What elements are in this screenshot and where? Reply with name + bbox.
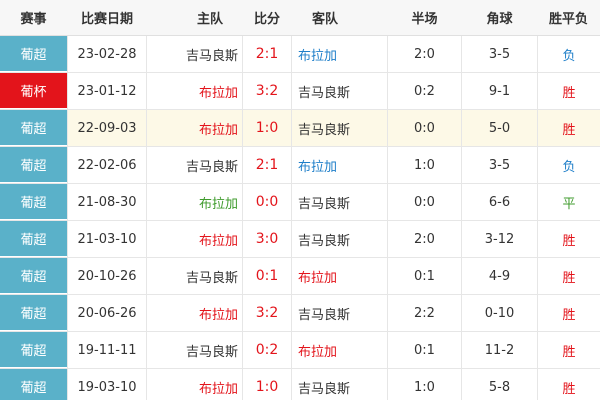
- match-score: 0:0: [242, 184, 292, 220]
- home-team[interactable]: 吉马良斯: [147, 36, 242, 72]
- match-score: 2:1: [242, 36, 292, 72]
- league-badge[interactable]: 葡超: [0, 258, 67, 294]
- away-team[interactable]: 吉马良斯: [292, 73, 387, 109]
- half-time-score: 0:0: [387, 184, 462, 220]
- home-team[interactable]: 吉马良斯: [147, 258, 242, 294]
- league-badge[interactable]: 葡超: [0, 221, 67, 257]
- match-date: 21-08-30: [67, 184, 147, 220]
- match-date: 20-10-26: [67, 258, 147, 294]
- corner-count: 9-1: [488, 83, 511, 99]
- corner-count: 5-8: [488, 379, 511, 395]
- home-team[interactable]: 布拉加: [147, 221, 242, 257]
- header-result: 胜平负: [548, 12, 588, 27]
- corner-count: 3-12: [484, 231, 515, 247]
- match-result: 胜: [537, 369, 600, 400]
- match-score: 1:0: [242, 110, 292, 146]
- half-time-score: 0:2: [387, 73, 462, 109]
- match-date: 19-03-10: [67, 369, 147, 400]
- corner-count: 3-5: [488, 157, 511, 173]
- half-time-score: 0:0: [387, 110, 462, 146]
- corner-count: 3-5: [488, 46, 511, 62]
- league-badge[interactable]: 葡超: [0, 184, 67, 220]
- match-result: 负: [537, 147, 600, 183]
- match-result: 胜: [537, 110, 600, 146]
- home-team[interactable]: 布拉加: [147, 73, 242, 109]
- away-team[interactable]: 布拉加: [292, 147, 387, 183]
- match-date: 20-06-26: [67, 295, 147, 331]
- corner-count: 0-10: [484, 305, 515, 321]
- table-row[interactable]: 葡超 22-02-06 吉马良斯 2:1 布拉加 1:0 3-5 负: [0, 147, 600, 184]
- match-score: 3:2: [242, 73, 292, 109]
- table-row[interactable]: 葡超 19-11-11 吉马良斯 0:2 布拉加 0:1 11-2 胜: [0, 332, 600, 369]
- away-team[interactable]: 吉马良斯: [292, 110, 387, 146]
- league-badge[interactable]: 葡超: [0, 147, 67, 183]
- home-team[interactable]: 布拉加: [147, 184, 242, 220]
- table-row[interactable]: 葡超 22-09-03 布拉加 1:0 吉马良斯 0:0 5-0 胜: [0, 110, 600, 147]
- away-team[interactable]: 布拉加: [292, 36, 387, 72]
- table-row[interactable]: 葡超 21-08-30 布拉加 0:0 吉马良斯 0:0 6-6 平: [0, 184, 600, 221]
- table-row[interactable]: 葡超 19-03-10 布拉加 1:0 吉马良斯 1:0 5-8 胜: [0, 369, 600, 400]
- match-date: 19-11-11: [67, 332, 147, 368]
- header-corner: 角球: [486, 12, 513, 27]
- header-half: 半场: [411, 12, 438, 27]
- match-result: 平: [537, 184, 600, 220]
- header-date: 比赛日期: [80, 12, 133, 27]
- match-date: 22-02-06: [67, 147, 147, 183]
- match-score: 1:0: [242, 369, 292, 400]
- match-score: 3:2: [242, 295, 292, 331]
- home-team[interactable]: 吉马良斯: [147, 147, 242, 183]
- away-team[interactable]: 吉马良斯: [292, 295, 387, 331]
- league-badge[interactable]: 葡超: [0, 332, 67, 368]
- half-time-score: 0:1: [387, 258, 462, 294]
- table-row[interactable]: 葡超 20-10-26 吉马良斯 0:1 布拉加 0:1 4-9 胜: [0, 258, 600, 295]
- match-score: 0:2: [242, 332, 292, 368]
- match-date: 23-01-12: [67, 73, 147, 109]
- match-result: 负: [537, 36, 600, 72]
- league-badge[interactable]: 葡杯: [0, 73, 67, 109]
- away-team[interactable]: 吉马良斯: [292, 221, 387, 257]
- table-row[interactable]: 葡杯 23-01-12 布拉加 3:2 吉马良斯 0:2 9-1 胜: [0, 73, 600, 110]
- away-team[interactable]: 布拉加: [292, 332, 387, 368]
- match-result: 胜: [537, 295, 600, 331]
- corner-count: 5-0: [488, 120, 511, 136]
- home-team[interactable]: 布拉加: [147, 369, 242, 400]
- half-time-score: 2:2: [387, 295, 462, 331]
- match-date: 23-02-28: [67, 36, 147, 72]
- header-away: 客队: [311, 12, 338, 27]
- home-team[interactable]: 布拉加: [147, 295, 242, 331]
- header-home: 主队: [196, 12, 223, 27]
- away-team[interactable]: 布拉加: [292, 258, 387, 294]
- away-team[interactable]: 吉马良斯: [292, 369, 387, 400]
- match-date: 22-09-03: [67, 110, 147, 146]
- corner-count: 6-6: [488, 194, 511, 210]
- match-result: 胜: [537, 332, 600, 368]
- match-result: 胜: [537, 73, 600, 109]
- half-time-score: 0:1: [387, 332, 462, 368]
- league-badge[interactable]: 葡超: [0, 295, 67, 331]
- league-badge[interactable]: 葡超: [0, 36, 67, 72]
- away-team[interactable]: 吉马良斯: [292, 184, 387, 220]
- match-score: 0:1: [242, 258, 292, 294]
- match-result: 胜: [537, 221, 600, 257]
- match-history-table: 赛事 比赛日期 主队 比分 客队 半场 角球 胜平负 葡超 23-02-28 吉马良…: [0, 0, 600, 400]
- table-header: 赛事 比赛日期 主队 比分 客队 半场 角球 胜平负: [0, 0, 600, 36]
- match-score: 2:1: [242, 147, 292, 183]
- league-badge[interactable]: 葡超: [0, 110, 67, 146]
- home-team[interactable]: 布拉加: [147, 110, 242, 146]
- table-row[interactable]: 葡超 21-03-10 布拉加 3:0 吉马良斯 2:0 3-12 胜: [0, 221, 600, 258]
- home-team[interactable]: 吉马良斯: [147, 332, 242, 368]
- league-badge[interactable]: 葡超: [0, 369, 67, 400]
- match-score: 3:0: [242, 221, 292, 257]
- match-result: 胜: [537, 258, 600, 294]
- header-league: 赛事: [20, 12, 47, 27]
- corner-count: 11-2: [484, 342, 515, 358]
- half-time-score: 1:0: [387, 369, 462, 400]
- half-time-score: 1:0: [387, 147, 462, 183]
- corner-count: 4-9: [488, 268, 511, 284]
- match-date: 21-03-10: [67, 221, 147, 257]
- table-row[interactable]: 葡超 20-06-26 布拉加 3:2 吉马良斯 2:2 0-10 胜: [0, 295, 600, 332]
- half-time-score: 2:0: [387, 221, 462, 257]
- half-time-score: 2:0: [387, 36, 462, 72]
- table-row[interactable]: 葡超 23-02-28 吉马良斯 2:1 布拉加 2:0 3-5 负: [0, 36, 600, 73]
